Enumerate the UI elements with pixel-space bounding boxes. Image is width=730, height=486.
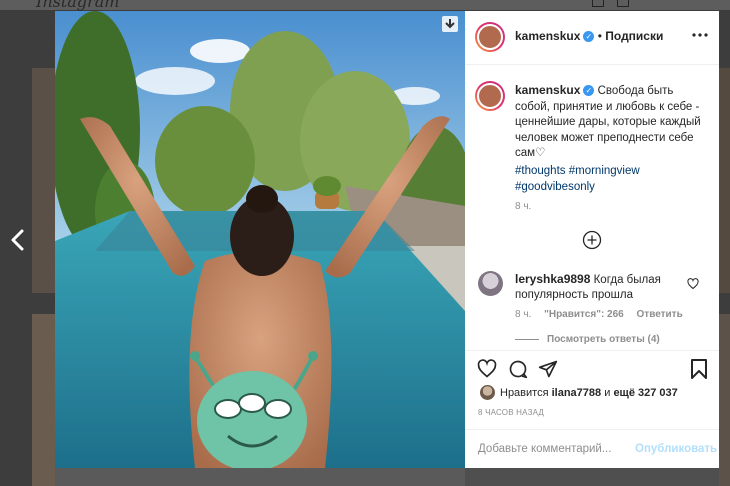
likes-summary: Нравится ilana7788 и ещё 327 037 [500,387,678,399]
view-replies-label: Посмотреть ответы (4) [547,334,660,345]
commenter-avatar[interactable] [478,271,503,296]
background-tile [719,314,730,486]
background-tile [719,68,730,293]
background-tile [465,468,719,486]
comment-like-button[interactable] [687,277,699,290]
actions-divider [465,350,719,351]
comment-likes-count[interactable]: "Нравится": 266 [544,309,624,320]
hashtag-link[interactable]: #goodvibesonly [515,181,595,193]
caption-author-avatar[interactable] [477,83,503,109]
author-username[interactable]: kamenskux [515,29,580,43]
view-replies-button[interactable]: Посмотреть ответы (4) [515,334,660,345]
bookmark-icon [691,359,707,379]
heart-emoji: ♡ [535,147,546,159]
photo-illustration [55,11,465,468]
download-button[interactable] [442,16,458,32]
header-divider [465,64,719,65]
share-button[interactable] [538,359,558,379]
replies-line [515,338,539,340]
post-sidebar: kamenskux ✓ • Подписки kamenskux ✓ Свобода… [465,11,719,468]
verified-badge-icon: ✓ [583,85,595,97]
background-header-icon [617,0,629,7]
comment-icon [509,360,528,379]
comment-input[interactable] [478,439,633,459]
more-icon [692,33,708,37]
comment-timestamp[interactable]: 8 ч. [515,309,531,320]
heart-icon [687,278,699,290]
post-header: kamenskux ✓ • Подписки [465,11,719,61]
likes-conjunction: и [604,387,611,399]
reply-button[interactable]: Ответить [637,309,683,320]
follow-status-button[interactable]: Подписки [605,29,663,43]
comment-button[interactable] [508,359,528,379]
comment: leryshka9898 Когда былая популярность пр… [515,272,685,303]
comment-meta: 8 ч. "Нравится": 266 Ответить [515,309,683,320]
background-logo: Instagram [36,0,120,11]
composer-divider [465,429,719,430]
share-icon [538,360,558,378]
save-button[interactable] [690,359,708,379]
caption-author-username[interactable]: kamenskux [515,83,580,97]
more-options-button[interactable] [690,27,710,43]
caption-timestamp[interactable]: 8 ч. [515,201,531,212]
publish-button[interactable]: Опубликовать [635,443,717,455]
post-caption: kamenskux ✓ Свобода быть собой, принятие … [515,83,705,162]
load-more-comments-button[interactable] [582,230,602,250]
background-tile [55,468,465,486]
likes-others-link[interactable]: ещё 327 037 [613,387,677,399]
hashtag-link[interactable]: #morningview [569,165,640,177]
hashtag-link[interactable]: #thoughts [515,165,566,177]
background-tile [32,68,55,293]
liker-avatar[interactable] [480,385,495,400]
verified-badge-icon: ✓ [583,31,595,43]
heart-icon [477,359,497,378]
post-photo[interactable] [55,11,465,468]
download-icon [445,19,455,29]
author-avatar[interactable] [477,24,503,50]
caption-hashtags: #thoughts #morningview #goodvibesonly [515,164,705,195]
likes-prefix: Нравится [500,387,549,399]
post-timestamp[interactable]: 8 ЧАСОВ НАЗАД [478,408,544,417]
background-tile [32,314,55,486]
chevron-left-icon [11,229,24,251]
commenter-username[interactable]: leryshka9898 [515,272,590,286]
liked-by-username[interactable]: ilana7788 [552,387,602,399]
like-button[interactable] [477,359,497,379]
background-header-icon [592,0,604,7]
previous-post-button[interactable] [8,228,28,252]
plus-circle-icon [582,230,602,250]
author-line: kamenskux ✓ • Подписки [515,29,663,43]
